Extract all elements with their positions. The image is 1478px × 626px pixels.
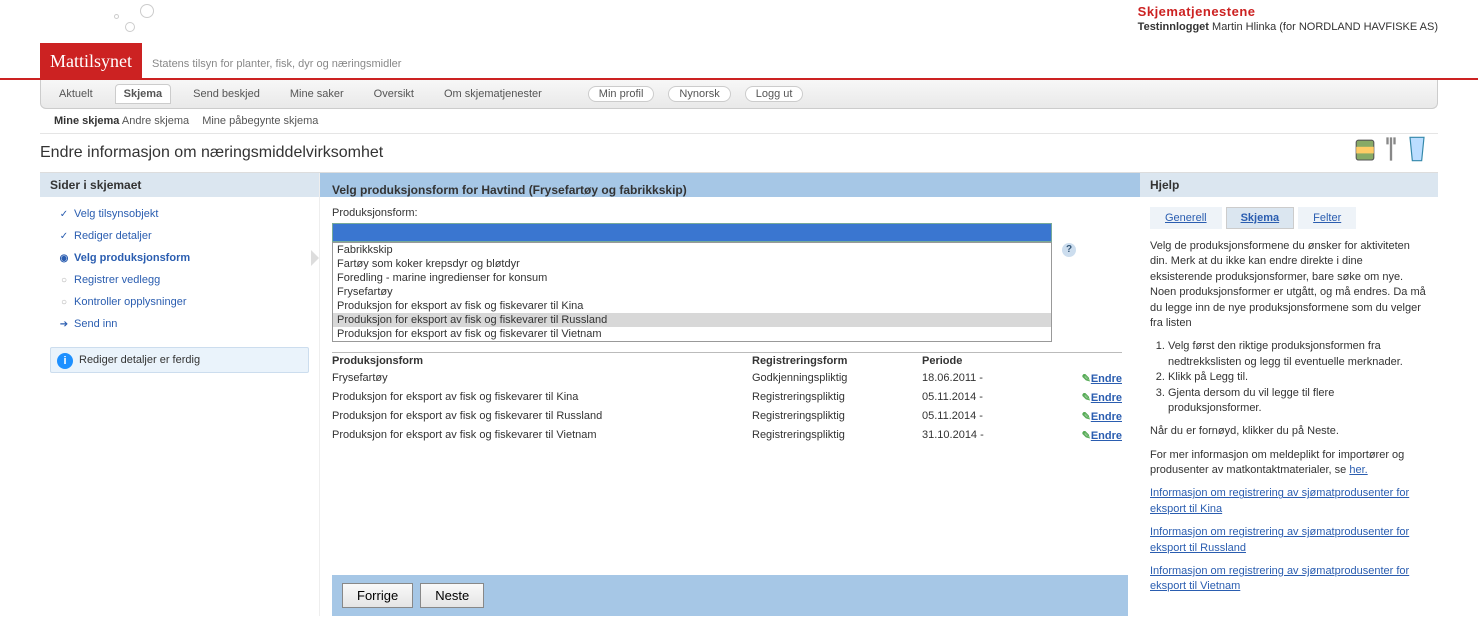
sidebar-steps: ✓Velg tilsynsobjekt ✓Rediger detaljer ◉V… <box>40 197 319 341</box>
dropdown-option[interactable]: Fartøy som koker krepsdyr og bløtdyr <box>333 257 1051 271</box>
tab-send-beskjed[interactable]: Send beskjed <box>185 85 268 103</box>
brand-logo: Mattilsynet <box>40 43 142 78</box>
th-registreringsform: Registreringsform <box>752 355 922 367</box>
help-link-kina[interactable]: Informasjon om registrering av sjømatpro… <box>1150 487 1409 514</box>
endre-link[interactable]: Endre <box>1042 410 1122 423</box>
dropdown-option[interactable]: Fabrikkskip <box>333 243 1051 257</box>
sidebar-item-produksjonsform[interactable]: ◉Velg produksjonsform <box>40 247 319 269</box>
dropdown-option[interactable]: Frysefartøy <box>333 285 1051 299</box>
submenu-andre-skjema[interactable]: Andre skjema <box>122 115 189 127</box>
dropdown-option[interactable]: Produksjon for eksport av fisk og fiskev… <box>333 313 1051 327</box>
tab-oversikt[interactable]: Oversikt <box>366 85 422 103</box>
dropdown-option[interactable]: Foredling - marine ingredienser for kons… <box>333 271 1051 285</box>
endre-link[interactable]: Endre <box>1042 391 1122 404</box>
can-icon <box>1354 135 1376 163</box>
table-row: Frysefartøy Godkjenningspliktig 18.06.20… <box>332 369 1122 388</box>
sidebar-item-tilsynsobjekt[interactable]: ✓Velg tilsynsobjekt <box>40 203 319 225</box>
sidebar-item-rediger[interactable]: ✓Rediger detaljer <box>40 225 319 247</box>
help-icon[interactable]: ? <box>1062 243 1076 257</box>
next-button[interactable]: Neste <box>420 583 484 608</box>
login-info: Skjematjenestene Testinnlogget Martin Hl… <box>1138 4 1438 33</box>
help-tab-generell[interactable]: Generell <box>1150 207 1222 229</box>
sidebar-heading: Sider i skjemaet <box>40 173 319 197</box>
field-label: Produksjonsform: <box>332 207 1128 219</box>
table-row: Produksjon for eksport av fisk og fiskev… <box>332 426 1122 445</box>
dropdown-option[interactable]: Produksjon for eksport av fisk og fiskev… <box>333 327 1051 341</box>
tab-skjema[interactable]: Skjema <box>115 84 172 104</box>
help-after: Når du er fornøyd, klikker du på Neste. <box>1150 424 1428 439</box>
decorative-bubbles <box>80 4 160 34</box>
portal-title: Skjematjenestene <box>1138 4 1438 19</box>
category-icons <box>1354 135 1428 163</box>
help-tab-skjema[interactable]: Skjema <box>1226 207 1295 229</box>
fork-icon <box>1380 135 1402 163</box>
help-tab-felter[interactable]: Felter <box>1298 207 1356 229</box>
help-heading: Hjelp <box>1140 173 1438 197</box>
th-periode: Periode <box>922 355 1042 367</box>
dropdown-option[interactable]: Produksjon for eksport av fisk og fiskev… <box>333 299 1051 313</box>
page-title: Endre informasjon om næringsmiddelvirkso… <box>40 144 1438 162</box>
sidebar-notice: i Rediger detaljer er ferdig <box>50 347 309 373</box>
endre-link[interactable]: Endre <box>1042 429 1122 442</box>
main-menu: Aktuelt Skjema Send beskjed Mine saker O… <box>40 80 1438 109</box>
main-heading: Velg produksjonsform for Havtind (Frysef… <box>320 173 1140 197</box>
help-intro: Velg de produksjonsformene du ønsker for… <box>1150 239 1428 331</box>
sidebar-item-send-inn[interactable]: ➔Send inn <box>40 313 319 335</box>
sidebar-item-kontroller[interactable]: ○Kontroller opplysninger <box>40 291 319 313</box>
produksjonsform-table: Produksjonsform Registreringsform Period… <box>332 352 1122 445</box>
table-row: Produksjon for eksport av fisk og fiskev… <box>332 388 1122 407</box>
help-more: For mer informasjon om meldeplikt for im… <box>1150 448 1428 479</box>
info-icon: i <box>57 353 73 369</box>
sub-menu: Mine skjema Andre skjema Mine påbegynte … <box>40 109 1438 134</box>
brand-tagline: Statens tilsyn for planter, fisk, dyr og… <box>152 58 401 78</box>
pill-nynorsk[interactable]: Nynorsk <box>668 86 730 102</box>
sidebar-item-vedlegg[interactable]: ○Registrer vedlegg <box>40 269 319 291</box>
tab-mine-saker[interactable]: Mine saker <box>282 85 352 103</box>
tab-om[interactable]: Om skjematjenester <box>436 85 550 103</box>
glass-icon <box>1406 135 1428 163</box>
submenu-mine-skjema[interactable]: Mine skjema <box>54 115 119 127</box>
help-link-vietnam[interactable]: Informasjon om registrering av sjømatpro… <box>1150 565 1409 592</box>
tab-aktuelt[interactable]: Aktuelt <box>51 85 101 103</box>
prev-button[interactable]: Forrige <box>342 583 413 608</box>
help-steps: Velg først den riktige produksjonsformen… <box>1168 339 1428 416</box>
help-link-russland[interactable]: Informasjon om registrering av sjømatpro… <box>1150 526 1409 553</box>
help-link-her[interactable]: her. <box>1349 464 1367 476</box>
pill-logg-ut[interactable]: Logg ut <box>745 86 804 102</box>
submenu-pabegynte[interactable]: Mine påbegynte skjema <box>202 115 318 127</box>
produksjonsform-dropdown[interactable]: Fabrikkskip Fartøy som koker krepsdyr og… <box>332 242 1052 342</box>
pill-min-profil[interactable]: Min profil <box>588 86 655 102</box>
th-produksjonsform: Produksjonsform <box>332 355 752 367</box>
endre-link[interactable]: Endre <box>1042 372 1122 385</box>
produksjonsform-select[interactable] <box>332 223 1052 242</box>
table-row: Produksjon for eksport av fisk og fiskev… <box>332 407 1122 426</box>
